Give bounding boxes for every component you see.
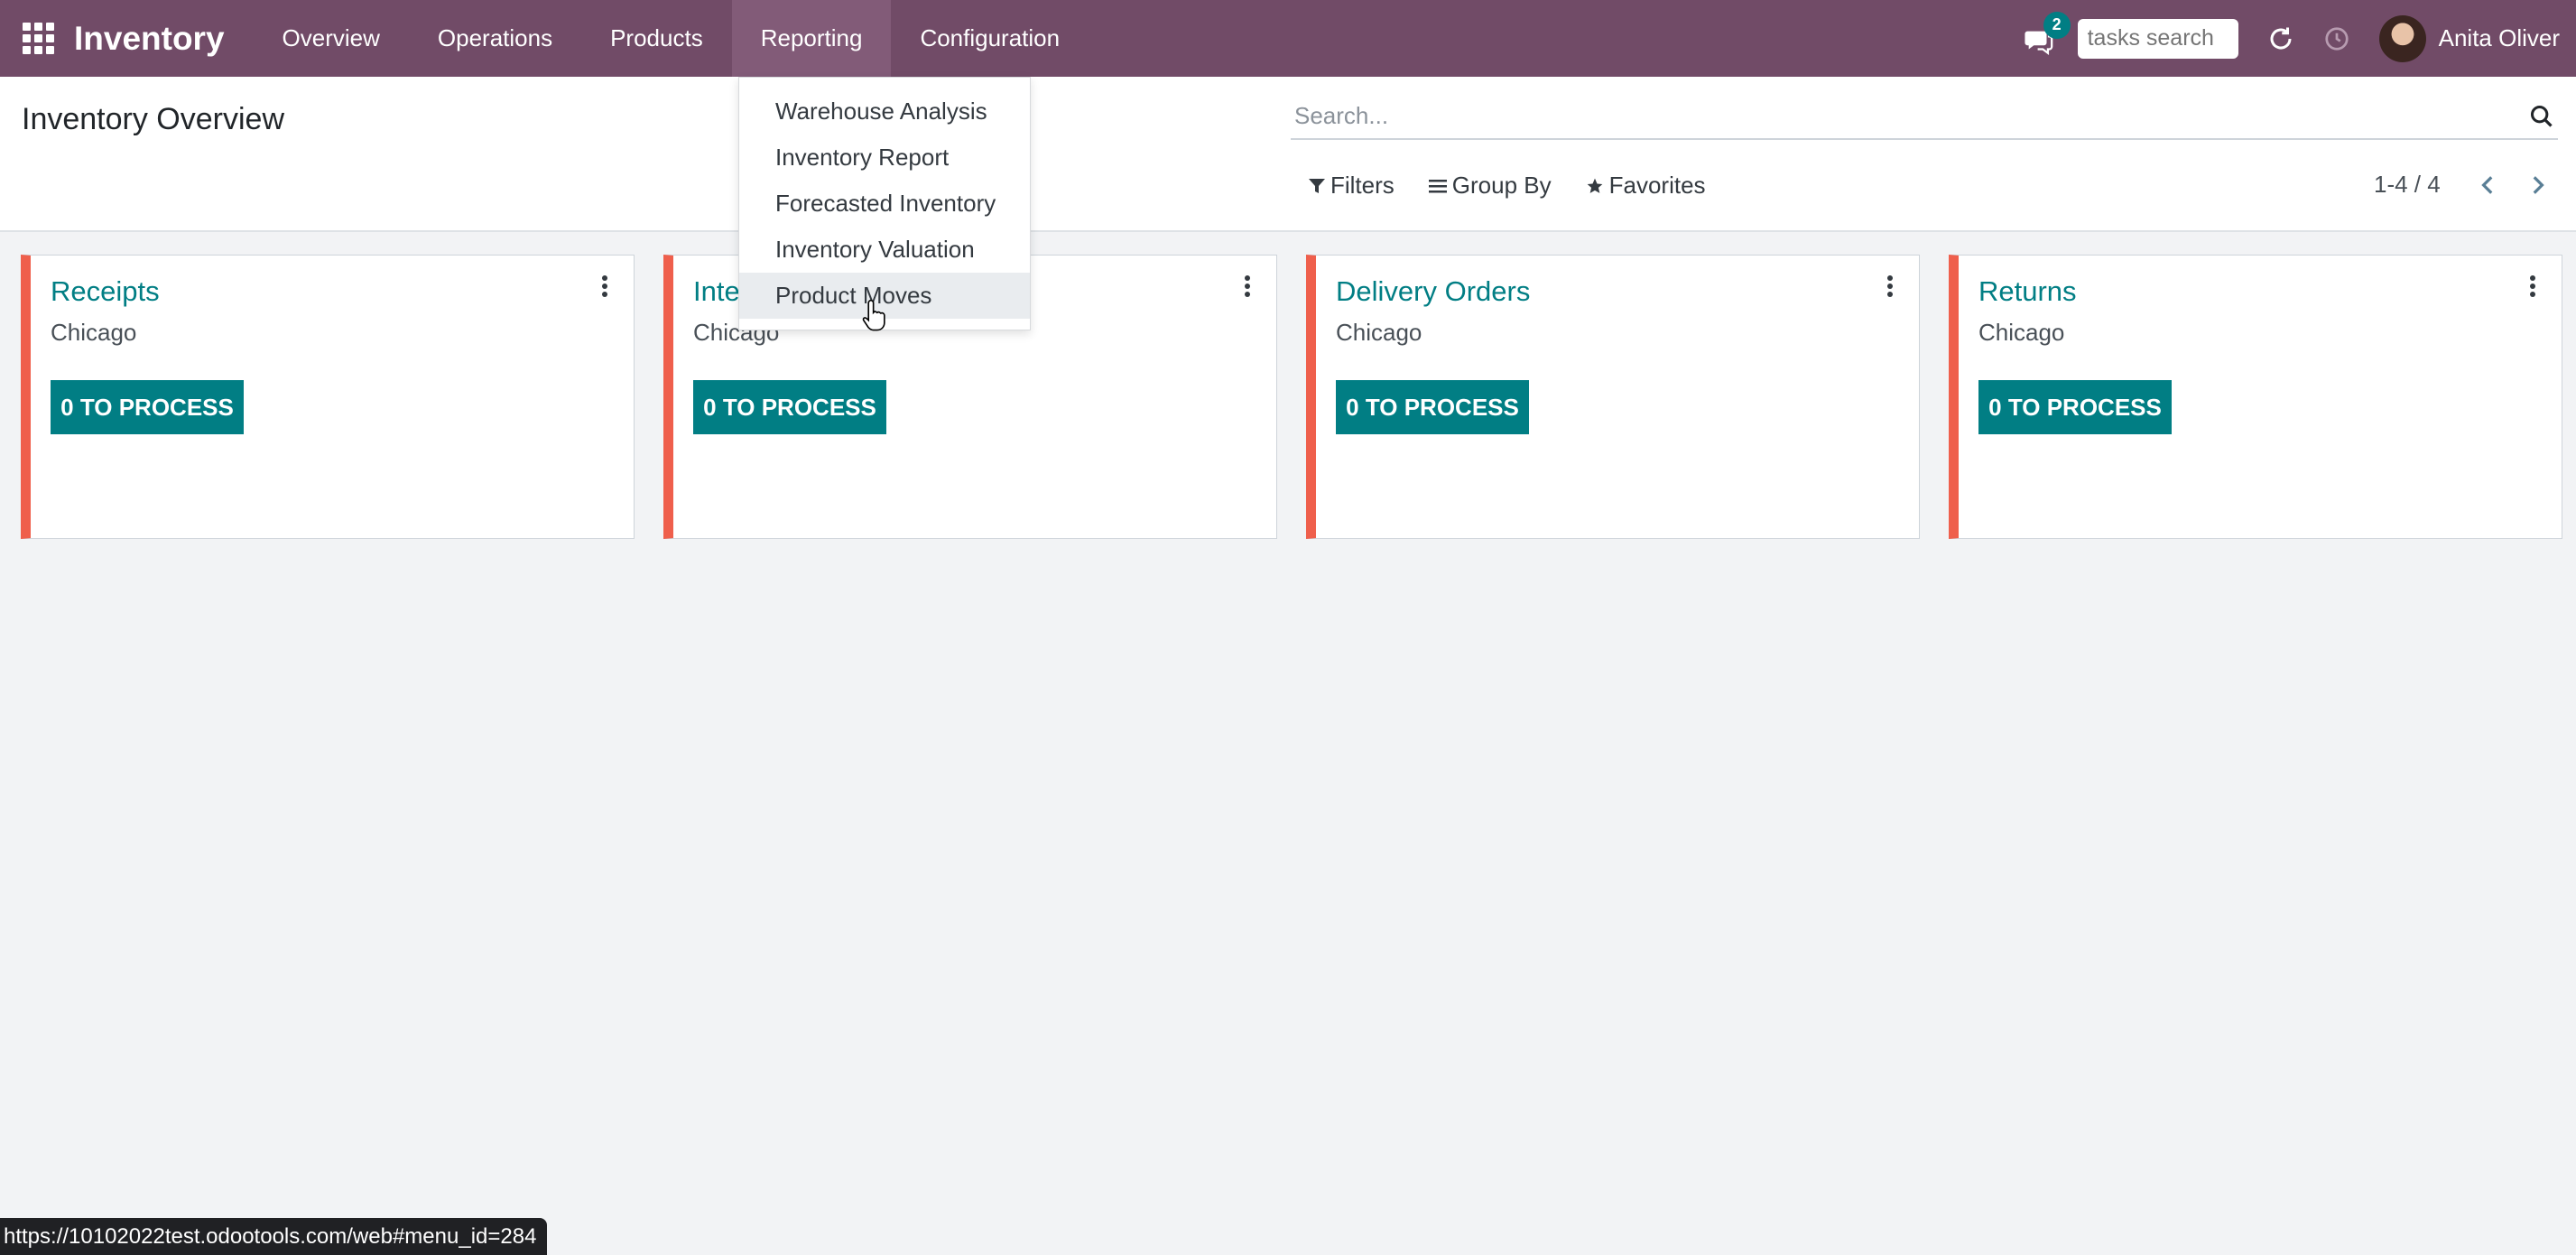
to-process-button[interactable]: 0 TO PROCESS bbox=[1336, 380, 1529, 434]
menu-products[interactable]: Products bbox=[581, 0, 732, 77]
menu-operations[interactable]: Operations bbox=[409, 0, 581, 77]
search-bar bbox=[1291, 95, 2558, 140]
kebab-menu-icon[interactable] bbox=[2527, 275, 2538, 302]
kebab-menu-icon[interactable] bbox=[1885, 275, 1895, 302]
menu-item-inventory-report[interactable]: Inventory Report bbox=[739, 135, 1030, 181]
apps-menu-icon[interactable] bbox=[20, 21, 56, 57]
tasks-search-input[interactable] bbox=[2077, 18, 2238, 59]
menu-overview[interactable]: Overview bbox=[254, 0, 409, 77]
hand-pointer-icon bbox=[862, 299, 885, 331]
chat-count-badge: 2 bbox=[2043, 11, 2071, 39]
card-warehouse: Chicago bbox=[1978, 319, 2065, 346]
kanban-card-receipts: Receipts Chicago 0 TO PROCESS bbox=[21, 255, 635, 539]
user-avatar[interactable] bbox=[2378, 14, 2426, 62]
status-bar-url: https://10102022test.odootools.com/web#m… bbox=[0, 1218, 548, 1255]
page-title: Inventory Overview bbox=[22, 102, 284, 136]
filters-button[interactable]: Filters bbox=[1309, 172, 1395, 200]
control-panel: Inventory Overview Filters Group By Favo… bbox=[0, 77, 2576, 232]
kanban-card-delivery-orders: Delivery Orders Chicago 0 TO PROCESS bbox=[1306, 255, 1920, 539]
search-icon[interactable] bbox=[2529, 104, 2554, 129]
chevron-left-icon[interactable] bbox=[2477, 172, 2500, 199]
clock-icon[interactable] bbox=[2323, 25, 2350, 52]
card-title[interactable]: Returns bbox=[1978, 275, 2077, 308]
card-warehouse: Chicago bbox=[51, 319, 137, 346]
star-icon bbox=[1587, 178, 1602, 193]
chevron-right-icon[interactable] bbox=[2525, 172, 2549, 199]
menu-configuration[interactable]: Configuration bbox=[891, 0, 1089, 77]
menu-item-inventory-valuation[interactable]: Inventory Valuation bbox=[739, 227, 1030, 273]
group-by-label: Group By bbox=[1451, 172, 1552, 199]
group-by-button[interactable]: Group By bbox=[1428, 172, 1552, 200]
favorites-button[interactable]: Favorites bbox=[1586, 172, 1706, 200]
menu-reporting[interactable]: Reporting bbox=[731, 0, 892, 77]
app-brand[interactable]: Inventory bbox=[74, 20, 225, 58]
pager-value[interactable]: 1-4 / 4 bbox=[2374, 171, 2441, 199]
menu-item-warehouse-analysis[interactable]: Warehouse Analysis bbox=[739, 88, 1030, 135]
card-warehouse: Chicago bbox=[1336, 319, 1422, 346]
chat-icon[interactable]: 2 bbox=[2024, 11, 2071, 57]
kebab-menu-icon[interactable] bbox=[1242, 275, 1253, 302]
kebab-menu-icon[interactable] bbox=[599, 275, 610, 302]
to-process-button[interactable]: 0 TO PROCESS bbox=[693, 380, 886, 434]
search-input[interactable] bbox=[1291, 95, 2509, 136]
to-process-button[interactable]: 0 TO PROCESS bbox=[51, 380, 244, 434]
filter-icon bbox=[1309, 178, 1325, 193]
card-title[interactable]: Delivery Orders bbox=[1336, 275, 1530, 308]
favorites-label: Favorites bbox=[1608, 172, 1706, 199]
filters-label: Filters bbox=[1330, 172, 1395, 199]
refresh-icon[interactable] bbox=[2267, 25, 2294, 52]
menu-item-forecasted-inventory[interactable]: Forecasted Inventory bbox=[739, 181, 1030, 227]
kanban-card-returns: Returns Chicago 0 TO PROCESS bbox=[1949, 255, 2562, 539]
list-icon bbox=[1428, 179, 1447, 192]
to-process-button[interactable]: 0 TO PROCESS bbox=[1978, 380, 2172, 434]
card-title[interactable]: Receipts bbox=[51, 275, 160, 308]
top-navbar: Inventory Overview Operations Products R… bbox=[0, 0, 2576, 77]
reporting-dropdown-menu: Warehouse Analysis Inventory Report Fore… bbox=[738, 77, 1031, 330]
user-name[interactable]: Anita Oliver bbox=[2439, 24, 2560, 52]
